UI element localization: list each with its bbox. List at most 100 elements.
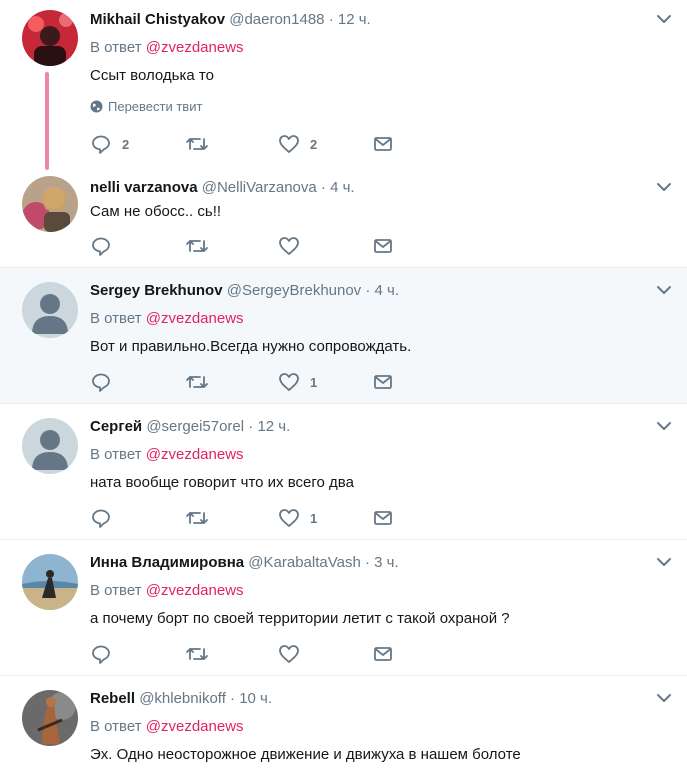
chevron-down-icon[interactable] <box>655 178 673 196</box>
tweet-feed: Mikhail Chistyakov @daeron1488 · 12 ч. В… <box>0 0 687 781</box>
retweet-icon <box>186 376 208 388</box>
like-button[interactable]: 1 <box>278 371 317 393</box>
timestamp[interactable]: 10 ч. <box>239 690 272 707</box>
author-name[interactable]: Инна Владимировна <box>90 554 244 571</box>
timestamp[interactable]: 12 ч. <box>338 11 371 28</box>
default-avatar-icon <box>22 418 78 474</box>
like-button[interactable] <box>278 235 310 257</box>
envelope-icon <box>374 375 392 389</box>
retweet-icon <box>186 648 208 660</box>
avatar[interactable] <box>22 418 78 474</box>
retweet-button[interactable] <box>185 133 219 155</box>
chevron-down-icon[interactable] <box>655 281 673 299</box>
tweet-header: Sergey Brekhunov @SergeyBrekhunov · 4 ч. <box>90 282 399 299</box>
globe-icon <box>90 100 103 113</box>
timestamp[interactable]: 12 ч. <box>257 418 290 435</box>
mention-link[interactable]: @zvezdanews <box>146 718 244 735</box>
reply-icon <box>92 509 110 528</box>
reply-prefix: В ответ <box>90 310 142 327</box>
chevron-down-icon[interactable] <box>655 553 673 571</box>
author-handle[interactable]: @khlebnikoff <box>139 690 226 707</box>
reply-context: В ответ @zvezdanews <box>90 718 244 735</box>
reply-context: В ответ @zvezdanews <box>90 582 244 599</box>
envelope-icon <box>374 647 392 661</box>
mention-link[interactable]: @zvezdanews <box>146 446 244 463</box>
author-name[interactable]: Сергей <box>90 418 142 435</box>
tweet[interactable]: Инна Владимировна @KarabaltaVash · 3 ч. … <box>0 540 687 675</box>
chevron-down-icon[interactable] <box>655 689 673 707</box>
heart-icon <box>279 237 299 255</box>
avatar-image <box>22 10 78 66</box>
tweet[interactable]: Сергей @sergei57orel · 12 ч. В ответ @zv… <box>0 404 687 539</box>
reply-button[interactable]: 2 <box>90 133 129 155</box>
tweet-header: Mikhail Chistyakov @daeron1488 · 12 ч. <box>90 11 371 28</box>
author-name[interactable]: Rebell <box>90 690 135 707</box>
reply-prefix: В ответ <box>90 446 142 463</box>
retweet-button[interactable] <box>185 235 219 257</box>
timestamp[interactable]: 3 ч. <box>374 554 399 571</box>
tweet[interactable]: Mikhail Chistyakov @daeron1488 · 12 ч. В… <box>0 0 687 170</box>
dm-button[interactable] <box>372 133 394 155</box>
avatar[interactable] <box>22 554 78 610</box>
chevron-down-icon[interactable] <box>655 10 673 28</box>
heart-icon <box>279 645 299 663</box>
author-handle[interactable]: @sergei57orel <box>146 418 244 435</box>
author-handle[interactable]: @KarabaltaVash <box>248 554 361 571</box>
tweet[interactable]: Rebell @khlebnikoff · 10 ч. В ответ @zve… <box>0 676 687 781</box>
translate-label: Перевести твит <box>108 99 203 114</box>
tweet-text: Эх. Одно неосторожное движение и движуха… <box>90 746 521 763</box>
tweet-actions: 2 2 <box>90 133 410 155</box>
retweet-button[interactable] <box>185 371 219 393</box>
reply-button[interactable] <box>90 643 122 665</box>
tweet-text: Ссыт володька то <box>90 67 214 84</box>
avatar[interactable] <box>22 690 78 746</box>
reply-icon <box>92 373 110 392</box>
avatar[interactable] <box>22 176 78 232</box>
mention-link[interactable]: @zvezdanews <box>146 39 244 56</box>
retweet-button[interactable] <box>185 507 219 529</box>
timestamp[interactable]: 4 ч. <box>330 179 355 196</box>
author-handle[interactable]: @SergeyBrekhunov <box>227 282 361 299</box>
author-handle[interactable]: @NelliVarzanova <box>202 179 317 196</box>
reply-prefix: В ответ <box>90 582 142 599</box>
reply-icon <box>92 645 110 664</box>
tweet[interactable]: nelli varzanova @NelliVarzanova · 4 ч. С… <box>0 170 687 267</box>
tweet-text: Сам не обосс.. сь!! <box>90 203 222 220</box>
author-handle[interactable]: @daeron1488 <box>229 11 324 28</box>
author-name[interactable]: Sergey Brekhunov <box>90 282 223 299</box>
dm-button[interactable] <box>372 371 394 393</box>
reply-button[interactable] <box>90 371 122 393</box>
like-button[interactable] <box>278 643 310 665</box>
reply-context: В ответ @zvezdanews <box>90 446 244 463</box>
retweet-button[interactable] <box>185 643 219 665</box>
timestamp[interactable]: 4 ч. <box>375 282 400 299</box>
author-name[interactable]: nelli varzanova <box>90 179 198 196</box>
author-name[interactable]: Mikhail Chistyakov <box>90 11 225 28</box>
mention-link[interactable]: @zvezdanews <box>146 310 244 327</box>
reply-button[interactable] <box>90 507 122 529</box>
tweet-text: ната вообще говорит что их всего два <box>90 474 354 491</box>
translate-link[interactable]: Перевести твит <box>90 99 202 114</box>
avatar[interactable] <box>22 282 78 338</box>
reply-button[interactable] <box>90 235 122 257</box>
like-button[interactable]: 1 <box>278 507 317 529</box>
dm-button[interactable] <box>372 235 394 257</box>
like-count: 1 <box>310 510 318 526</box>
reply-prefix: В ответ <box>90 718 142 735</box>
avatar-image <box>22 176 78 232</box>
separator: · <box>365 282 371 299</box>
dm-button[interactable] <box>372 643 394 665</box>
tweet-actions <box>90 235 410 257</box>
avatar[interactable] <box>22 10 78 66</box>
separator: · <box>364 554 370 571</box>
tweet-header: Rebell @khlebnikoff · 10 ч. <box>90 690 272 707</box>
chevron-down-icon[interactable] <box>655 417 673 435</box>
dm-button[interactable] <box>372 507 394 529</box>
like-button[interactable]: 2 <box>278 133 317 155</box>
tweet[interactable]: Sergey Brekhunov @SergeyBrekhunov · 4 ч.… <box>0 268 687 403</box>
reply-count: 2 <box>122 136 130 152</box>
mention-link[interactable]: @zvezdanews <box>146 582 244 599</box>
reply-prefix: В ответ <box>90 39 142 56</box>
reply-context: В ответ @zvezdanews <box>90 39 244 56</box>
tweet-header: Сергей @sergei57orel · 12 ч. <box>90 418 290 435</box>
